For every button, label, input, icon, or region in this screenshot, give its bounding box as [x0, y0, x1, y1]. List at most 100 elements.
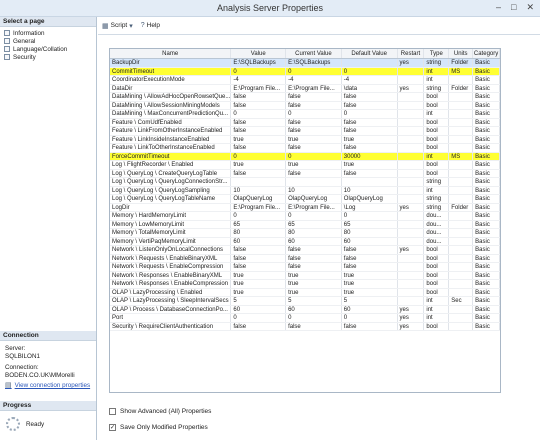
table-row[interactable]: CommitTimeout 0 0 0 int MS Basic [110, 67, 500, 76]
help-label: Help [146, 22, 161, 29]
cell-value[interactable]: true [231, 161, 287, 169]
cell-value[interactable]: true [231, 135, 287, 143]
cell-value[interactable]: E:\SQLBackups [231, 59, 287, 67]
maximize-icon[interactable]: □ [511, 2, 516, 13]
cell-type: dou... [424, 229, 450, 237]
table-row[interactable]: BackupDir E:\SQLBackups E:\SQLBackups yes st… [110, 59, 500, 68]
cell-value[interactable]: -4 [231, 76, 287, 84]
column-header-value[interactable]: Value [231, 49, 287, 58]
table-row[interactable]: DataMining \ AllowAdHocOpenRowsetQue... f… [110, 93, 500, 102]
page-item-general[interactable]: General [4, 37, 92, 45]
cell-restart [398, 135, 425, 143]
page-item-language-collation[interactable]: Language/Collation [4, 45, 92, 53]
cell-value[interactable]: 0 [231, 110, 287, 118]
cell-value[interactable]: false [231, 144, 287, 152]
cell-value[interactable]: false [231, 101, 287, 109]
table-row[interactable]: Feature \ LinkToOtherInstanceEnabled fals… [110, 144, 500, 153]
table-row[interactable]: Feature \ ComUdfEnabled false false false bo… [110, 118, 500, 127]
help-button[interactable]: ? Help [141, 22, 160, 29]
table-row[interactable]: Network \ Requests \ EnableBinaryXML fals… [110, 254, 500, 263]
cell-units [449, 127, 474, 135]
cell-value[interactable]: 10 [231, 186, 287, 194]
cell-value[interactable]: false [231, 93, 287, 101]
cell-value[interactable]: 0 [231, 212, 287, 220]
column-header-name[interactable]: Name [110, 49, 232, 58]
checkbox-unchecked-icon[interactable] [109, 408, 116, 415]
page-item-security[interactable]: Security [4, 53, 92, 61]
cell-category: Basic [473, 152, 500, 160]
cell-value[interactable]: E:\Program File... [231, 203, 287, 211]
cell-value[interactable]: false [231, 322, 287, 330]
toolbar: ▦ Script ▾ ? Help [98, 17, 540, 35]
cell-value[interactable]: true [231, 280, 287, 288]
table-row[interactable]: Network \ Requests \ EnableCompression fa… [110, 263, 500, 272]
table-row[interactable]: DataMining \ MaxConcurrentPredictionQu..… [110, 110, 500, 119]
cell-value[interactable]: 65 [231, 220, 287, 228]
table-row[interactable]: Feature \ LinkFromOtherInstanceEnabled fa… [110, 127, 500, 136]
cell-name: Log \ QueryLog \ QueryLogTableName [110, 195, 232, 203]
table-row[interactable]: Log \ QueryLog \ QueryLogConnectionStr..… [110, 178, 500, 187]
cell-category: Basic [473, 127, 500, 135]
table-row[interactable]: Log \ QueryLog \ QueryLogTableName OlapQu… [110, 195, 500, 204]
show-advanced-checkbox[interactable]: Show Advanced (All) Properties [109, 407, 211, 416]
checkbox-checked-icon[interactable]: ✓ [109, 424, 116, 431]
table-row[interactable]: LogDir E:\Program File... E:\Program File.… [110, 203, 500, 212]
cell-value[interactable]: E:\Program File... [231, 84, 287, 92]
cell-units [449, 288, 474, 296]
minimize-icon[interactable]: – [496, 2, 501, 13]
cell-value[interactable]: 0 [231, 314, 287, 322]
table-row[interactable]: Port 0 0 0 yes int Basic [110, 314, 500, 323]
column-header-default-value[interactable]: Default Value [342, 49, 398, 58]
cell-type: string [424, 195, 450, 203]
cell-value[interactable]: false [231, 246, 287, 254]
cell-units [449, 101, 474, 109]
cell-name: Feature \ LinkInsideInstanceEnabled [110, 135, 232, 143]
page-item-information[interactable]: Information [4, 29, 92, 37]
cell-value[interactable]: 60 [231, 237, 287, 245]
script-button[interactable]: ▦ Script ▾ [102, 22, 133, 30]
table-row[interactable]: Memory \ HardMemoryLimit 0 0 0 dou... Basic [110, 212, 500, 221]
column-header-type[interactable]: Type [424, 49, 450, 58]
table-row[interactable]: Feature \ LinkInsideInstanceEnabled true t… [110, 135, 500, 144]
cell-value[interactable]: 0 [231, 67, 287, 75]
cell-value[interactable]: true [231, 288, 287, 296]
table-row[interactable]: DataMining \ AllowSessionMiningModels fal… [110, 101, 500, 110]
table-row[interactable]: OLAP \ LazyProcessing \ SleepIntervalSec… [110, 297, 500, 306]
table-row[interactable]: Log \ QueryLog \ QueryLogSampling 10 10 10 i… [110, 186, 500, 195]
column-header-restart[interactable]: Restart [398, 49, 425, 58]
table-row[interactable]: Memory \ LowMemoryLimit 65 65 65 dou... Basic [110, 220, 500, 229]
table-row[interactable]: Network \ Responses \ EnableBinaryXML tru… [110, 271, 500, 280]
table-row[interactable]: DataDir E:\Program File... E:\Program File… [110, 84, 500, 93]
save-modified-checkbox[interactable]: ✓ Save Only Modified Properties [109, 423, 211, 432]
table-row[interactable]: OLAP \ LazyProcessing \ Enabled true true t… [110, 288, 500, 297]
table-row[interactable]: Memory \ VertiPaqMemoryLimit 60 60 60 dou...… [110, 237, 500, 246]
table-row[interactable]: Network \ ListenOnlyOnLocalConnections fa… [110, 246, 500, 255]
cell-value[interactable]: 5 [231, 297, 287, 305]
table-row[interactable]: Memory \ TotalMemoryLimit 80 80 80 dou... Bas… [110, 229, 500, 238]
table-row[interactable]: Network \ Responses \ EnableCompression t… [110, 280, 500, 289]
table-row[interactable]: Log \ QueryLog \ CreateQueryLogTable fals… [110, 169, 500, 178]
cell-value[interactable]: false [231, 127, 287, 135]
close-icon[interactable]: ✕ [526, 2, 534, 13]
table-row[interactable]: Security \ RequireClientAuthentication fa… [110, 322, 500, 331]
table-row[interactable]: Log \ FlightRecorder \ Enabled true true tr… [110, 161, 500, 170]
column-header-current-value[interactable]: Current Value [286, 49, 342, 58]
table-row[interactable]: CoordinatorExecutionMode -4 -4 -4 int Basic [110, 76, 500, 85]
column-header-units[interactable]: Units [449, 49, 474, 58]
cell-value[interactable]: 80 [231, 229, 287, 237]
cell-units [449, 110, 474, 118]
cell-value[interactable]: 60 [231, 305, 287, 313]
cell-value[interactable]: false [231, 169, 287, 177]
cell-value[interactable]: OlapQueryLog [231, 195, 287, 203]
column-header-category[interactable]: Category [473, 49, 500, 58]
view-connection-properties-link[interactable]: ▤ View connection properties [5, 382, 91, 390]
properties-grid[interactable]: Name Value Current Value Default Value R… [109, 48, 501, 393]
cell-value[interactable]: 0 [231, 152, 287, 160]
table-row[interactable]: OLAP \ Process \ DatabaseConnectionPo...… [110, 305, 500, 314]
cell-value[interactable]: false [231, 118, 287, 126]
cell-value[interactable]: false [231, 254, 287, 262]
cell-value[interactable] [231, 178, 287, 186]
cell-value[interactable]: false [231, 263, 287, 271]
table-row[interactable]: ForceCommitTimeout 0 0 30000 int MS Basic [110, 152, 500, 161]
cell-value[interactable]: true [231, 271, 287, 279]
